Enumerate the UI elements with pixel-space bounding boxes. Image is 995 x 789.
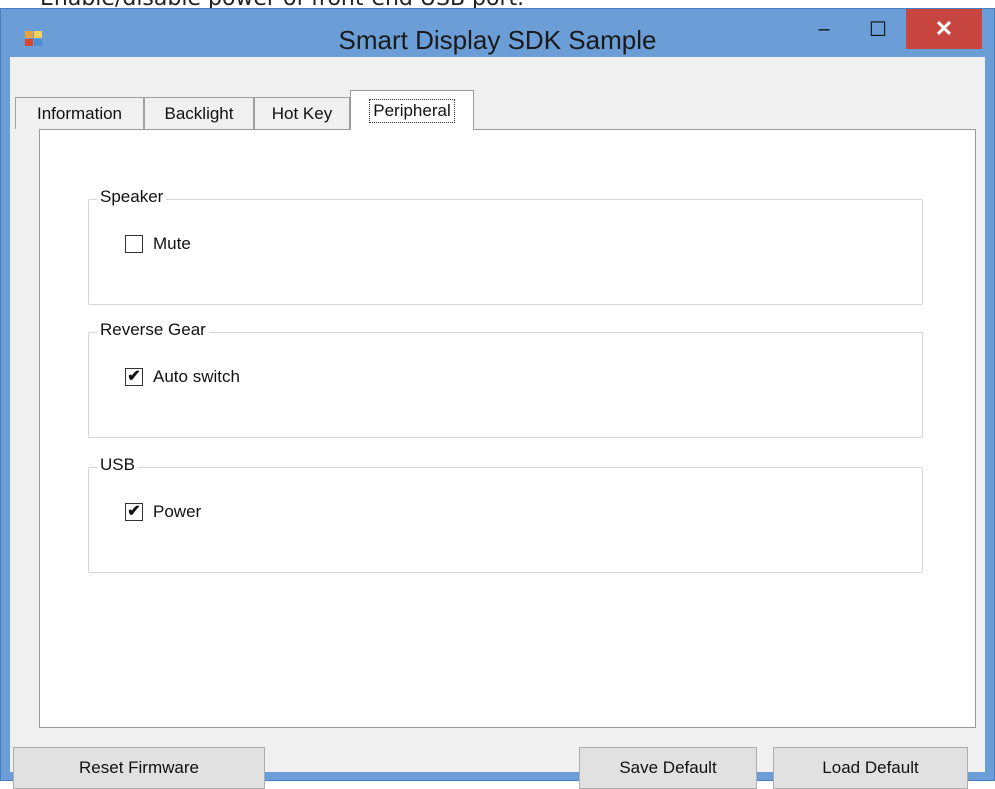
tab-information[interactable]: Information: [15, 97, 144, 129]
checkbox-label[interactable]: Auto switch: [153, 367, 240, 387]
app-window: Smart Display SDK Sample – ☐ ✕ Informati…: [0, 8, 995, 789]
reset-firmware-button[interactable]: Reset Firmware: [13, 747, 265, 789]
group-legend: Speaker: [97, 187, 167, 207]
save-default-button[interactable]: Save Default: [579, 747, 757, 789]
auto-switch-checkbox-row[interactable]: ✔ Auto switch: [125, 367, 240, 387]
maximize-icon: ☐: [869, 18, 887, 41]
client-area: Information Backlight Hot Key Peripheral…: [10, 57, 985, 789]
peripheral-tab-page: Speaker Mute Reverse Gear ✔ Auto switch …: [39, 129, 976, 728]
load-default-button[interactable]: Load Default: [773, 747, 968, 789]
maximize-button[interactable]: ☐: [853, 9, 903, 49]
tab-label: Information: [36, 103, 123, 123]
tab-label: Peripheral: [369, 98, 455, 123]
tab-backlight[interactable]: Backlight: [144, 97, 254, 129]
checkbox-label[interactable]: Power: [153, 502, 201, 522]
tab-label: Hot Key: [271, 103, 333, 123]
group-legend: Reverse Gear: [97, 320, 209, 340]
mute-checkbox-row[interactable]: Mute: [125, 234, 191, 254]
minimize-icon: –: [818, 17, 830, 40]
tab-hot-key[interactable]: Hot Key: [254, 97, 350, 129]
power-checkbox-row[interactable]: ✔ Power: [125, 502, 201, 522]
auto-switch-checkbox[interactable]: ✔: [125, 368, 143, 386]
reverse-gear-group: Reverse Gear ✔ Auto switch: [88, 320, 923, 438]
minimize-button[interactable]: –: [799, 9, 849, 49]
checkbox-label[interactable]: Mute: [153, 234, 191, 254]
tab-label: Backlight: [164, 103, 234, 123]
speaker-group: Speaker Mute: [88, 187, 923, 305]
close-button[interactable]: ✕: [906, 9, 982, 49]
mute-checkbox[interactable]: [125, 235, 143, 253]
power-checkbox[interactable]: ✔: [125, 503, 143, 521]
group-legend: USB: [97, 455, 138, 475]
tab-peripheral[interactable]: Peripheral: [350, 90, 474, 130]
usb-group: USB ✔ Power: [88, 455, 923, 573]
close-icon: ✕: [934, 16, 954, 41]
